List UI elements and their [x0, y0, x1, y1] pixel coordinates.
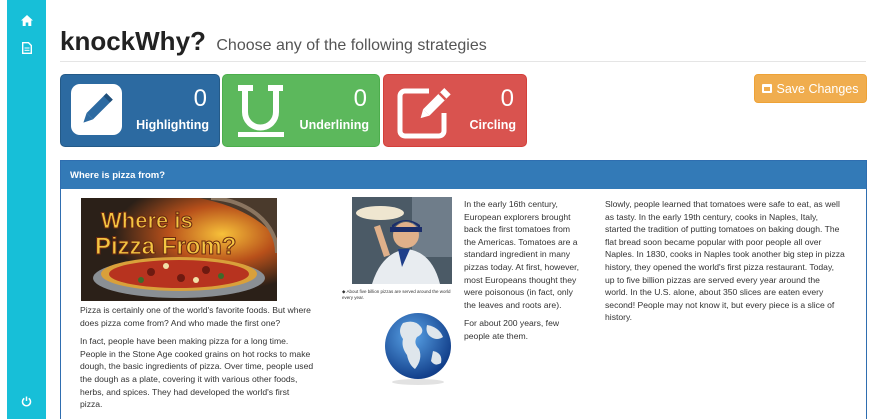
- article-column-3: Slowly, people learned that tomatoes wer…: [605, 198, 845, 330]
- pencil-icon: [71, 84, 122, 135]
- globe-image: [381, 311, 456, 386]
- sidebar: [0, 0, 46, 419]
- sidebar-strip: [7, 0, 46, 419]
- paragraph: In the early 16th century, European expl…: [464, 199, 579, 310]
- underlining-label: Underlining: [299, 118, 369, 132]
- circling-tile[interactable]: 0 Circling: [383, 74, 527, 147]
- panel-heading: Where is pizza from?: [61, 161, 866, 189]
- page-header: knockWhy? Choose any of the following st…: [60, 26, 866, 62]
- highlighting-tile[interactable]: 0 Highlighting: [60, 74, 220, 147]
- home-icon[interactable]: [7, 9, 46, 31]
- circling-label: Circling: [469, 118, 516, 132]
- paragraph: Pizza is certainly one of the world's fa…: [80, 305, 311, 328]
- save-changes-button[interactable]: Save Changes: [754, 74, 867, 103]
- pizza-chef-image: [352, 197, 452, 284]
- svg-text:Where is: Where is: [101, 208, 193, 233]
- highlighting-count: 0: [193, 85, 207, 112]
- edit-icon: [395, 83, 453, 141]
- page-subtitle: Choose any of the following strategies: [216, 37, 487, 54]
- caption-text: About five billion pizzas are served aro…: [342, 289, 451, 300]
- floppy-icon: [762, 84, 773, 93]
- paragraph: In fact, people have been making pizza f…: [80, 336, 314, 410]
- highlighting-label: Highlighting: [136, 118, 209, 132]
- document-icon[interactable]: [7, 37, 46, 59]
- svg-text:Pizza From?: Pizza From?: [95, 233, 236, 260]
- caption-bullet-icon: ◆: [342, 289, 346, 294]
- app-title: knockWhy?: [60, 26, 206, 56]
- image-caption: ◆ About five billion pizzas are served a…: [342, 289, 454, 300]
- paragraph: Slowly, people learned that tomatoes wer…: [605, 199, 845, 323]
- power-icon[interactable]: [7, 390, 46, 412]
- circling-count: 0: [500, 85, 514, 112]
- underlining-tile[interactable]: 0 Underlining: [222, 74, 380, 147]
- article-column-1: Pizza is certainly one of the world's fa…: [80, 304, 314, 417]
- underline-icon: [235, 82, 287, 140]
- article-column-2: In the early 16th century, European expl…: [464, 198, 584, 349]
- paragraph: For about 200 years, few people ate them…: [464, 318, 560, 341]
- reading-panel: Where is pizza from? Where is Pizza From…: [60, 160, 867, 419]
- pizza-image: Where is Pizza From?: [81, 198, 277, 301]
- underlining-count: 0: [353, 85, 367, 112]
- save-changes-label: Save Changes: [776, 81, 859, 96]
